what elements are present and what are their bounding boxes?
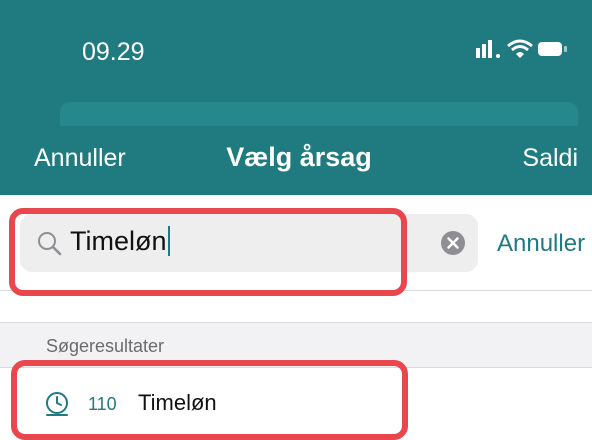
search-cancel-button[interactable]: Annuller [497, 230, 585, 258]
section-header: Søgeresultater [46, 336, 165, 356]
divider [0, 322, 592, 323]
saldi-button[interactable]: Saldi [522, 144, 578, 173]
search-highlight-box [9, 208, 407, 296]
result-highlight-box [11, 360, 408, 440]
page-title: Vælg årsag [226, 142, 372, 172]
clear-search-icon[interactable] [440, 230, 466, 256]
sheet-grabber [60, 102, 578, 126]
wifi-icon [507, 39, 533, 58]
status-time: 09.29 [82, 38, 145, 66]
status-icons [476, 38, 576, 68]
signal-icon [476, 40, 500, 58]
battery-icon [538, 42, 567, 56]
